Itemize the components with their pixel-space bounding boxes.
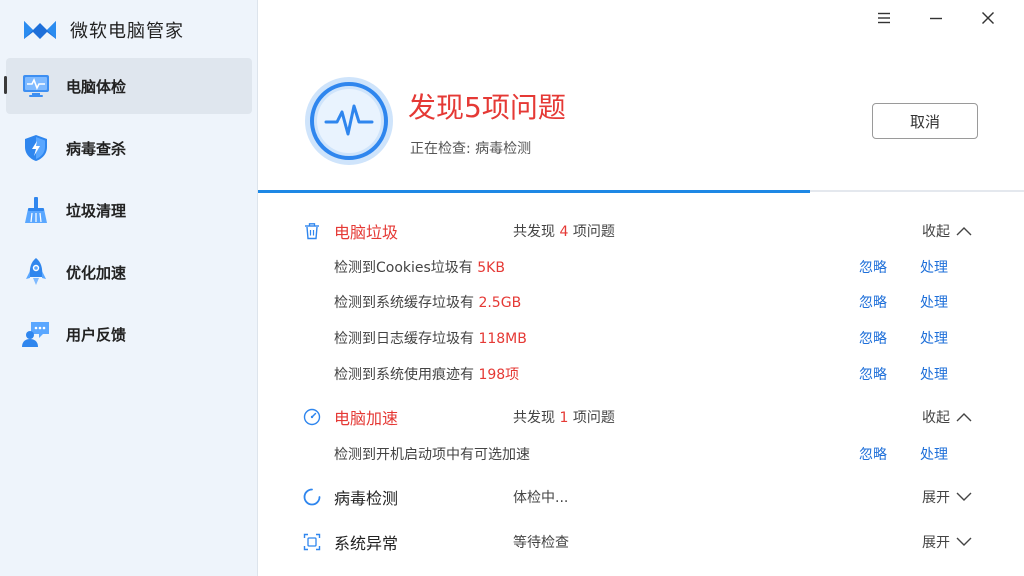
loading-spinner-icon [302, 487, 322, 507]
issue-row: 检测到Cookies垃圾有 5KB 忽略 处理 [258, 252, 1024, 282]
sidebar-item-optimize[interactable]: 优化加速 [0, 244, 258, 300]
chevron-up-icon [956, 413, 972, 422]
issue-row: 检测到系统使用痕迹有 198项 忽略 处理 [258, 359, 1024, 389]
collapse-toggle[interactable]: 收起 [922, 407, 972, 427]
sidebar: 微软电脑管家 电脑体检 病毒查杀 垃圾清理 优化加速 用户反馈 [0, 0, 258, 576]
fix-link[interactable]: 处理 [920, 292, 948, 312]
rocket-icon [20, 256, 52, 288]
issue-text: 检测到Cookies垃圾有 5KB [334, 260, 505, 276]
sidebar-item-cleanup[interactable]: 垃圾清理 [0, 182, 258, 238]
category-status: 等待检查 [513, 535, 569, 551]
ignore-link[interactable]: 忽略 [859, 364, 887, 384]
category-title: 电脑加速 [334, 409, 399, 428]
collapse-toggle[interactable]: 收起 [922, 221, 972, 241]
sidebar-item-label: 垃圾清理 [66, 201, 127, 220]
ignore-link[interactable]: 忽略 [859, 292, 887, 312]
category-title: 系统异常 [334, 534, 399, 553]
category-row-system: 系统异常 等待检查 展开 [258, 527, 1024, 557]
sidebar-item-antivirus[interactable]: 病毒查杀 [0, 120, 258, 176]
brand: 微软电脑管家 [22, 16, 184, 44]
ignore-link[interactable]: 忽略 [859, 257, 887, 277]
system-scan-icon [302, 532, 322, 552]
sidebar-item-label: 电脑体检 [66, 77, 127, 96]
app-logo-icon [24, 21, 56, 39]
ignore-link[interactable]: 忽略 [859, 444, 887, 464]
category-summary: 共发现 1 项问题 [513, 410, 615, 426]
category-row-speed: 电脑加速 共发现 1 项问题 收起 [258, 402, 1024, 432]
category-row-virus: 病毒检测 体检中... 展开 [258, 482, 1024, 512]
broom-icon [20, 194, 52, 226]
app-name: 微软电脑管家 [70, 21, 184, 42]
sidebar-item-label: 用户反馈 [66, 325, 127, 344]
chevron-down-icon [956, 537, 972, 546]
issue-text: 检测到系统缓存垃圾有 2.5GB [334, 295, 522, 311]
sidebar-item-label: 优化加速 [66, 263, 127, 282]
chevron-down-icon [956, 492, 972, 501]
scan-status-icon [305, 77, 393, 165]
expand-toggle[interactable]: 展开 [922, 487, 972, 507]
sidebar-item-checkup[interactable]: 电脑体检 [4, 58, 252, 114]
sidebar-item-feedback[interactable]: 用户反馈 [0, 306, 258, 362]
category-title: 病毒检测 [334, 489, 399, 508]
fix-link[interactable]: 处理 [920, 257, 948, 277]
issue-text: 检测到系统使用痕迹有 198项 [334, 367, 520, 383]
category-row-junk: 电脑垃圾 共发现 4 项问题 收起 [258, 216, 1024, 246]
trash-icon [302, 221, 322, 241]
fix-link[interactable]: 处理 [920, 444, 948, 464]
ignore-link[interactable]: 忽略 [859, 328, 887, 348]
scan-results: 电脑垃圾 共发现 4 项问题 收起 检测到Cookies垃圾有 5KB 忽略 处… [258, 192, 1024, 576]
sidebar-nav: 电脑体检 病毒查杀 垃圾清理 优化加速 用户反馈 [0, 58, 258, 368]
scan-status-text: 正在检查: 病毒检测 [410, 141, 532, 157]
feedback-icon [20, 318, 52, 350]
issue-row: 检测到日志缓存垃圾有 118MB 忽略 处理 [258, 323, 1024, 353]
monitor-icon [20, 70, 52, 102]
expand-toggle[interactable]: 展开 [922, 532, 972, 552]
category-title: 电脑垃圾 [334, 223, 399, 242]
issue-row: 检测到开机启动项中有可选加速 忽略 处理 [258, 439, 1024, 469]
category-summary: 共发现 4 项问题 [513, 224, 615, 240]
speedometer-icon [302, 407, 322, 427]
shield-icon [20, 132, 52, 164]
category-status: 体检中... [513, 490, 569, 506]
scan-header: 发现5项问题 正在检查: 病毒检测 取消 [258, 0, 1024, 193]
sidebar-item-label: 病毒查杀 [66, 139, 127, 158]
cancel-button[interactable]: 取消 [872, 103, 978, 139]
issue-text: 检测到日志缓存垃圾有 118MB [334, 331, 527, 347]
fix-link[interactable]: 处理 [920, 328, 948, 348]
issue-row: 检测到系统缓存垃圾有 2.5GB 忽略 处理 [258, 287, 1024, 317]
fix-link[interactable]: 处理 [920, 364, 948, 384]
issue-text: 检测到开机启动项中有可选加速 [334, 447, 530, 463]
chevron-up-icon [956, 227, 972, 236]
page-title: 发现5项问题 [408, 91, 566, 124]
